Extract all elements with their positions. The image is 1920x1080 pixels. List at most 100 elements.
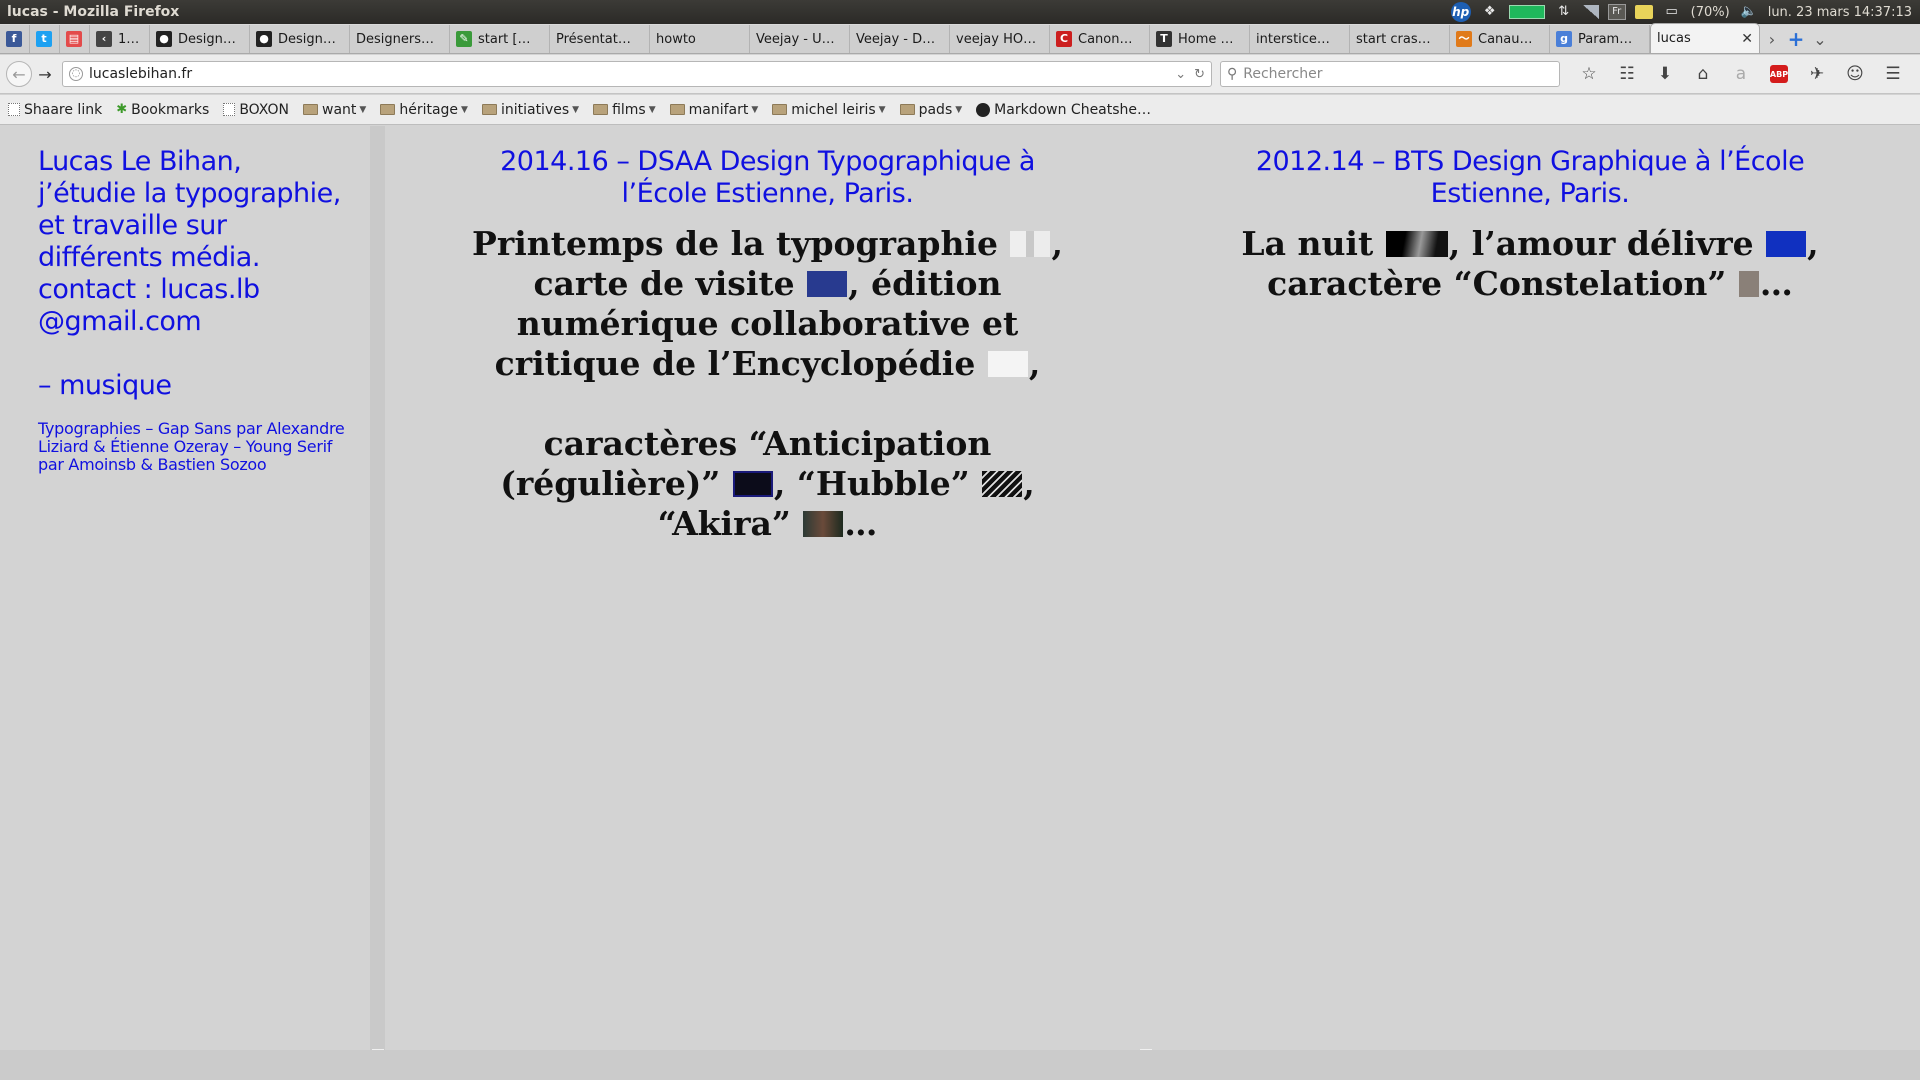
tab[interactable]: Présentat… xyxy=(550,25,650,53)
column-dsaa: 2014.16 – DSAA Design Typographique à l’… xyxy=(385,126,1150,1050)
thumbnail-hubble[interactable] xyxy=(982,471,1023,497)
volume-icon[interactable]: 🔈 xyxy=(1739,4,1759,20)
bio-text[interactable]: Lucas Le Bihan, j’étudie la typographie,… xyxy=(38,146,346,274)
tab[interactable]: T Home … xyxy=(1150,25,1250,53)
adblock-icon[interactable]: ABP xyxy=(1760,61,1798,87)
tab[interactable]: 〜 Canau… xyxy=(1450,25,1550,53)
clock[interactable]: lun. 23 mars 14:37:13 xyxy=(1768,5,1912,20)
mail-icon[interactable] xyxy=(1634,5,1653,19)
project-printemps[interactable]: Printemps de la typographie xyxy=(472,224,998,263)
tab[interactable]: t xyxy=(30,25,60,53)
bookmark-item[interactable]: ✱ Bookmarks xyxy=(116,102,209,118)
bookmark-label: films xyxy=(612,101,646,118)
back-arrow-icon[interactable]: ← xyxy=(6,61,32,87)
hp-icon[interactable]: hp xyxy=(1450,2,1471,22)
github-icon xyxy=(976,102,991,117)
tab[interactable]: ✎ start [… xyxy=(450,25,550,53)
close-tab-icon[interactable]: ✕ xyxy=(1733,31,1753,47)
bookmark-item[interactable]: Markdown Cheatshe… xyxy=(976,102,1151,118)
ellipsis: … xyxy=(1759,264,1793,303)
thumbnail-akira[interactable] xyxy=(803,511,844,537)
url-text[interactable]: lucaslebihan.fr xyxy=(89,66,1167,82)
bookmark-item[interactable]: pads ▼ xyxy=(899,102,962,118)
project-la-nuit[interactable]: La nuit xyxy=(1241,224,1373,263)
tabs-scroll-right-icon[interactable]: › xyxy=(1760,25,1784,53)
home-icon[interactable]: ⌂ xyxy=(1684,61,1722,87)
thumbnail-amour-delivre[interactable] xyxy=(1766,231,1807,257)
bookmark-item[interactable]: Shaare link xyxy=(8,102,102,118)
extension-icon[interactable]: ✈ xyxy=(1798,61,1836,87)
battery-percent[interactable]: (70%) xyxy=(1691,5,1730,20)
dsaa-heading[interactable]: 2014.16 – DSAA Design Typographique à l’… xyxy=(488,146,1048,210)
music-link[interactable]: – musique xyxy=(38,370,346,402)
contact-link[interactable]: contact : lucas.lb @gmail.com xyxy=(38,274,346,338)
search-field[interactable]: ⚲ Rechercher xyxy=(1220,61,1560,87)
tab[interactable]: Designers… xyxy=(350,25,450,53)
bookmark-item[interactable]: BOXON xyxy=(223,102,289,118)
comma: , xyxy=(1028,344,1041,383)
tab[interactable]: ● Design… xyxy=(150,25,250,53)
battery-meter-icon[interactable] xyxy=(1508,5,1545,19)
url-bar[interactable]: ◌ lucaslebihan.fr ⌄ ↻ xyxy=(62,61,1212,87)
globe-icon[interactable]: ◌ xyxy=(69,67,83,81)
bts-heading[interactable]: 2012.14 – BTS Design Graphique à l’École… xyxy=(1250,146,1810,210)
tab[interactable]: Veejay - D… xyxy=(850,25,950,53)
new-tab-icon[interactable]: + xyxy=(1784,25,1808,53)
thumbnail-encyclopedie[interactable] xyxy=(987,351,1028,377)
bookmark-item[interactable]: héritage ▼ xyxy=(380,102,468,118)
tab-list-dropdown-icon[interactable]: ⌄ xyxy=(1808,25,1832,53)
thumbnail-printemps[interactable] xyxy=(1010,231,1051,257)
url-dropdown-icon[interactable]: ⌄ xyxy=(1175,67,1186,82)
reload-icon[interactable]: ↻ xyxy=(1194,67,1205,82)
thumbnail-la-nuit[interactable] xyxy=(1385,231,1448,257)
amazon-icon[interactable]: a xyxy=(1722,61,1760,87)
tab-label: Design… xyxy=(178,31,236,47)
arrows-updown-icon[interactable]: ⇅ xyxy=(1554,4,1574,20)
bookmark-item[interactable]: want ▼ xyxy=(303,102,366,118)
project-hubble[interactable]: , “Hubble” xyxy=(774,464,970,503)
download-icon[interactable]: ⬇ xyxy=(1646,61,1684,87)
search-placeholder[interactable]: Rechercher xyxy=(1243,66,1322,82)
tab[interactable]: C Canon… xyxy=(1050,25,1150,53)
bookmark-label: Bookmarks xyxy=(131,101,210,118)
thumbnail-anticipation[interactable] xyxy=(732,471,773,497)
tab-label: Param… xyxy=(1578,31,1633,47)
chevron-down-icon: ▼ xyxy=(572,104,580,115)
project-amour-delivre[interactable]: , l’amour délivre xyxy=(1449,224,1754,263)
tab[interactable]: howto xyxy=(650,25,750,53)
tab-label: Présentat… xyxy=(556,31,631,47)
thumbnail-constelation[interactable] xyxy=(1738,271,1759,297)
tab[interactable]: g Param… xyxy=(1550,25,1650,53)
bookmark-star-icon[interactable]: ☆ xyxy=(1570,61,1608,87)
tab-label: veejay HO… xyxy=(956,31,1037,47)
forward-arrow-icon[interactable]: → xyxy=(32,61,58,87)
keyboard-layout[interactable]: Fr xyxy=(1607,4,1626,20)
typography-credits[interactable]: Typographies – Gap Sans par Alexandre Li… xyxy=(38,420,346,474)
signal-strength-icon[interactable] xyxy=(1582,5,1599,19)
bookmark-item[interactable]: manifart ▼ xyxy=(669,102,758,118)
bookmark-item[interactable]: initiatives ▼ xyxy=(481,102,580,118)
tab[interactable]: ● Design… xyxy=(250,25,350,53)
tab-label: Veejay - U… xyxy=(756,31,835,47)
chat-icon[interactable]: ☺ xyxy=(1836,61,1874,87)
tab[interactable]: ‹ 1… xyxy=(90,25,150,53)
tab-active[interactable]: lucas ✕ xyxy=(1650,23,1760,53)
tab[interactable]: veejay HO… xyxy=(950,25,1050,53)
system-tray: hp ❖ ⇅ Fr ▭ (70%) 🔈 lun. 23 mars 14:37:1… xyxy=(1450,0,1912,24)
tab[interactable]: Veejay - U… xyxy=(750,25,850,53)
star-icon: ✱ xyxy=(116,101,128,117)
reading-list-icon[interactable]: ☷ xyxy=(1608,61,1646,87)
tab[interactable]: ▤ xyxy=(60,25,90,53)
tab-label: start [… xyxy=(478,31,531,47)
battery-icon[interactable]: ▭ xyxy=(1662,4,1682,20)
tab[interactable]: start cras… xyxy=(1350,25,1450,53)
thumbnail-carte-visite[interactable] xyxy=(807,271,848,297)
page-icon xyxy=(8,103,20,116)
tab[interactable]: f xyxy=(0,25,30,53)
tab[interactable]: interstice… xyxy=(1250,25,1350,53)
tab-label: Designers… xyxy=(356,31,434,47)
dropbox-icon[interactable]: ❖ xyxy=(1480,4,1500,20)
bookmark-item[interactable]: films ▼ xyxy=(593,102,656,118)
bookmark-item[interactable]: michel leiris ▼ xyxy=(772,102,886,118)
menu-icon[interactable]: ☰ xyxy=(1874,61,1912,87)
